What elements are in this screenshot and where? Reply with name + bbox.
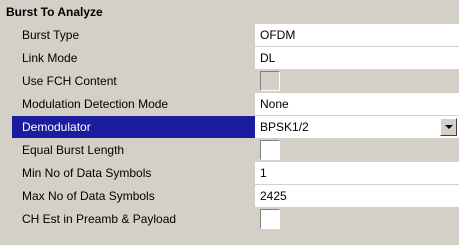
section-title: Burst To Analyze <box>6 5 103 19</box>
chevron-down-icon <box>445 125 453 129</box>
max-data-symbols-field[interactable]: 2425 <box>255 185 459 207</box>
row-modulation-detection-mode: Modulation Detection Mode None <box>12 93 459 116</box>
link-mode-label: Link Mode <box>12 47 255 69</box>
row-use-fch-content: Use FCH Content <box>12 70 459 93</box>
min-data-symbols-label: Min No of Data Symbols <box>12 162 255 184</box>
demodulator-dropdown-button[interactable] <box>440 118 457 136</box>
min-data-symbols-field[interactable]: 1 <box>255 162 459 184</box>
row-burst-type: Burst Type OFDM <box>12 24 459 47</box>
ch-est-preamb-payload-cell <box>255 208 459 230</box>
modulation-detection-mode-field[interactable]: None <box>255 93 459 115</box>
row-equal-burst-length: Equal Burst Length <box>12 139 459 162</box>
burst-to-analyze-panel: Burst To Analyze Burst Type OFDM Link Mo… <box>0 0 459 245</box>
max-data-symbols-label: Max No of Data Symbols <box>12 185 255 207</box>
row-link-mode: Link Mode DL <box>12 47 459 70</box>
burst-type-field[interactable]: OFDM <box>255 24 459 46</box>
row-ch-est-preamb-payload: CH Est in Preamb & Payload <box>12 208 459 231</box>
equal-burst-length-label: Equal Burst Length <box>12 139 255 161</box>
row-max-data-symbols: Max No of Data Symbols 2425 <box>12 185 459 208</box>
demodulator-label[interactable]: Demodulator <box>12 116 255 138</box>
demodulator-value: BPSK1/2 <box>260 120 309 134</box>
equal-burst-length-checkbox[interactable] <box>260 140 280 160</box>
modulation-detection-mode-label: Modulation Detection Mode <box>12 93 255 115</box>
equal-burst-length-cell <box>255 139 459 161</box>
row-demodulator: Demodulator BPSK1/2 <box>12 116 459 139</box>
ch-est-preamb-payload-label: CH Est in Preamb & Payload <box>12 208 255 230</box>
use-fch-content-cell <box>255 70 459 92</box>
link-mode-field[interactable]: DL <box>255 47 459 69</box>
use-fch-content-checkbox[interactable] <box>260 71 280 91</box>
ch-est-preamb-payload-checkbox[interactable] <box>260 209 280 229</box>
row-min-data-symbols: Min No of Data Symbols 1 <box>12 162 459 185</box>
use-fch-content-label: Use FCH Content <box>12 70 255 92</box>
demodulator-select[interactable]: BPSK1/2 <box>255 116 459 138</box>
burst-type-label: Burst Type <box>12 24 255 46</box>
